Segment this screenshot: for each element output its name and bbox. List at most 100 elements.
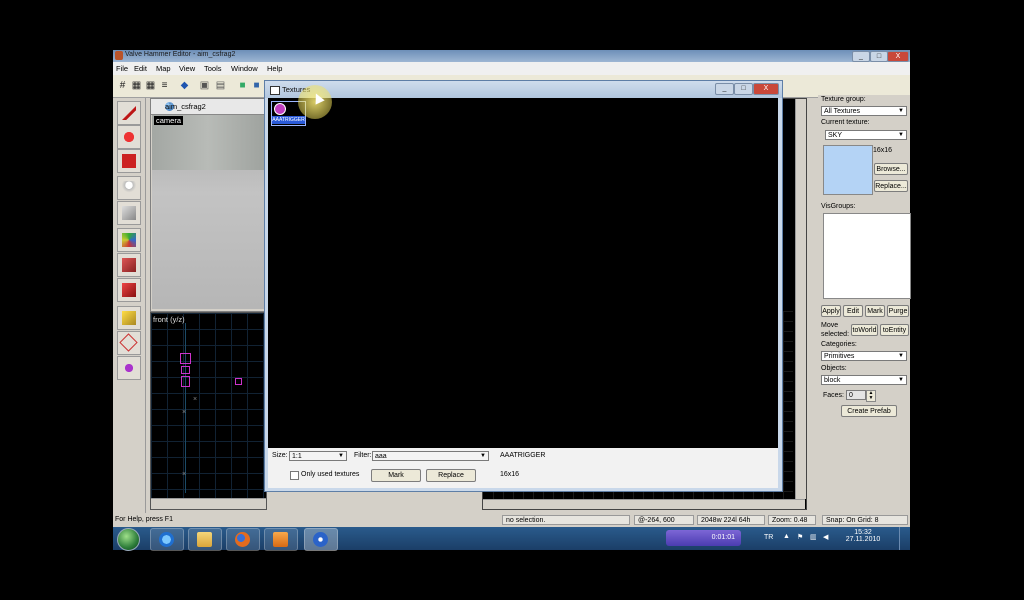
- objects-select[interactable]: block ▼: [821, 375, 907, 385]
- decal-tool[interactable]: [117, 278, 141, 302]
- to-world-button[interactable]: toWorld: [851, 324, 878, 336]
- textures-title-bar[interactable]: Textures _ □ X: [265, 81, 782, 98]
- texture-group-value: All Textures: [824, 108, 861, 115]
- faces-spinner[interactable]: ▲ ▼: [866, 390, 876, 402]
- edit-button[interactable]: Edit: [843, 305, 863, 317]
- menu-help[interactable]: Help: [267, 64, 282, 73]
- origin-marker: ×: [193, 396, 198, 403]
- viewport-horizontal-scrollbar[interactable]: [483, 499, 805, 509]
- taskbar-explorer[interactable]: [188, 528, 222, 551]
- only-used-checkbox[interactable]: [290, 471, 299, 480]
- media-mini-player[interactable]: 0:01:01: [666, 530, 741, 546]
- texture-group-select[interactable]: All Textures ▼: [821, 106, 907, 116]
- camera-tool[interactable]: [117, 149, 141, 173]
- system-clock[interactable]: 15:32 27.11.2010: [843, 529, 883, 543]
- flag-icon[interactable]: ⚑: [797, 533, 803, 541]
- entity-marker[interactable]: [180, 353, 191, 364]
- menu-edit[interactable]: Edit: [134, 64, 147, 73]
- front-viewport[interactable]: front (y/z) × × ×: [150, 312, 267, 510]
- menu-map[interactable]: Map: [156, 64, 171, 73]
- browse-button[interactable]: Browse...: [874, 163, 908, 175]
- filter-label: Filter:: [354, 452, 372, 459]
- grid-larger-icon[interactable]: ▦: [145, 80, 156, 91]
- minimize-button[interactable]: _: [852, 51, 870, 62]
- tray-expand-icon[interactable]: ▲: [783, 533, 790, 540]
- 3d-grid-icon[interactable]: ◆: [179, 80, 190, 91]
- clipping-tool[interactable]: [117, 306, 141, 330]
- show-desktop-button[interactable]: [899, 527, 910, 550]
- apply-texture-icon: [122, 258, 136, 272]
- create-prefab-button[interactable]: Create Prefab: [841, 405, 897, 417]
- taskbar-hammer-editor[interactable]: [304, 528, 338, 551]
- camera-3d-view[interactable]: camera: [152, 115, 264, 309]
- path-icon: [122, 361, 136, 375]
- network-icon[interactable]: ▥: [810, 533, 817, 541]
- maximize-button[interactable]: □: [870, 51, 888, 62]
- selected-texture-size: 16x16: [500, 471, 520, 478]
- close-button[interactable]: X: [887, 51, 909, 62]
- texture-size: 16x16: [873, 147, 893, 154]
- faces-value: 0: [849, 392, 853, 399]
- faces-label: Faces:: [823, 392, 845, 399]
- entity-marker[interactable]: [181, 366, 190, 374]
- visgroups-list[interactable]: [823, 213, 911, 299]
- menu-window[interactable]: Window: [231, 64, 258, 73]
- viewport-vertical-scrollbar[interactable]: [795, 99, 806, 499]
- selection-status: no selection.: [502, 515, 630, 525]
- move-selected-label: Move selected:: [821, 322, 850, 338]
- categories-select[interactable]: Primitives ▼: [821, 351, 907, 361]
- hammer-app-icon: [115, 51, 123, 60]
- front-horizontal-scrollbar[interactable]: [151, 498, 266, 509]
- objects-label: Objects:: [821, 365, 847, 372]
- textures-maximize-button[interactable]: □: [734, 83, 753, 95]
- filter-input[interactable]: aaa ▼: [372, 451, 489, 461]
- taskbar-internet-explorer[interactable]: [150, 528, 184, 551]
- magnify-tool[interactable]: [117, 125, 141, 149]
- purge-button[interactable]: Purge: [887, 305, 909, 317]
- group-ignore-icon[interactable]: ▤: [215, 80, 226, 91]
- size-select[interactable]: 1:1 ▼: [289, 451, 347, 461]
- apply-texture-tool[interactable]: [117, 253, 141, 277]
- apply-button[interactable]: Apply: [821, 305, 841, 317]
- grid-smaller-icon[interactable]: ≡: [159, 80, 170, 91]
- replace-texture-button[interactable]: Replace: [426, 469, 476, 482]
- entity-icon: [122, 181, 136, 195]
- clock-time: 15:32: [854, 529, 872, 536]
- entity-tool[interactable]: [117, 176, 141, 200]
- to-entity-button[interactable]: toEntity: [880, 324, 909, 336]
- start-button[interactable]: [117, 528, 140, 551]
- texture-group-label: Texture group:: [821, 96, 866, 103]
- properties-panel: Texture group: All Textures ▼ Current te…: [818, 95, 911, 513]
- taskbar-firefox[interactable]: [226, 528, 260, 551]
- volume-icon[interactable]: ◀: [823, 533, 828, 541]
- replace-button[interactable]: Replace...: [874, 180, 908, 192]
- mark-button[interactable]: Mark: [865, 305, 885, 317]
- texture-lock-icon[interactable]: ▣: [199, 80, 210, 91]
- grid-toggle-icon[interactable]: #: [117, 80, 128, 91]
- menu-view[interactable]: View: [179, 64, 195, 73]
- entity-marker[interactable]: [235, 378, 242, 385]
- faces-input[interactable]: 0: [846, 390, 866, 400]
- selection-tool[interactable]: [117, 101, 141, 125]
- vertex-tool[interactable]: [117, 331, 141, 355]
- texture-application-tool[interactable]: [117, 228, 141, 252]
- menu-tools[interactable]: Tools: [204, 64, 222, 73]
- title-bar: Valve Hammer Editor - aim_csfrag2 _ □ X: [113, 50, 910, 62]
- textures-close-button[interactable]: X: [753, 83, 779, 95]
- language-indicator[interactable]: TR: [764, 534, 773, 541]
- textures-minimize-button[interactable]: _: [715, 83, 734, 95]
- entity-marker[interactable]: [181, 376, 190, 387]
- current-texture-select[interactable]: SKY ▼: [825, 130, 907, 140]
- mark-texture-button[interactable]: Mark: [371, 469, 421, 482]
- path-tool[interactable]: [117, 356, 141, 380]
- menu-file[interactable]: File: [116, 64, 128, 73]
- grid-dense-icon[interactable]: ▦: [131, 80, 142, 91]
- hollow-icon[interactable]: ■: [251, 80, 262, 91]
- block-tool[interactable]: [117, 201, 141, 225]
- carve-icon[interactable]: ■: [237, 80, 248, 91]
- tool-palette: [113, 98, 146, 513]
- taskbar-media-player[interactable]: [264, 528, 298, 551]
- texture-browser-grid[interactable]: AAATRIGGER: [268, 98, 778, 448]
- clipping-icon: [122, 311, 136, 325]
- camera-viewport[interactable]: aim_csfrag2 camera: [150, 98, 267, 312]
